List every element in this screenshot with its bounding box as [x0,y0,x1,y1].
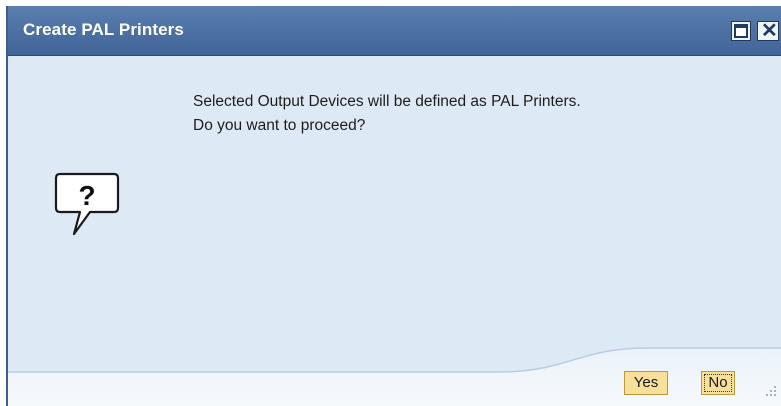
message-line-2: Do you want to proceed? [193,117,366,134]
dialog-message: Selected Output Devices will be defined … [193,90,581,138]
maximize-icon [734,24,748,38]
dialog-title: Create PAL Printers [23,20,184,39]
confirmation-dialog: Create PAL Printers ✕ Selected Output De… [6,6,781,406]
no-button[interactable]: No [701,371,735,395]
resize-grip-icon[interactable] [762,384,778,400]
dialog-titlebar[interactable]: Create PAL Printers ✕ [8,6,781,56]
question-icon: ? [54,172,120,236]
message-line-1: Selected Output Devices will be defined … [193,93,581,110]
svg-text:?: ? [78,180,95,211]
close-button[interactable]: ✕ [757,20,779,42]
maximize-button[interactable] [731,21,751,41]
yes-button[interactable]: Yes [624,371,668,395]
close-icon: ✕ [761,20,778,42]
